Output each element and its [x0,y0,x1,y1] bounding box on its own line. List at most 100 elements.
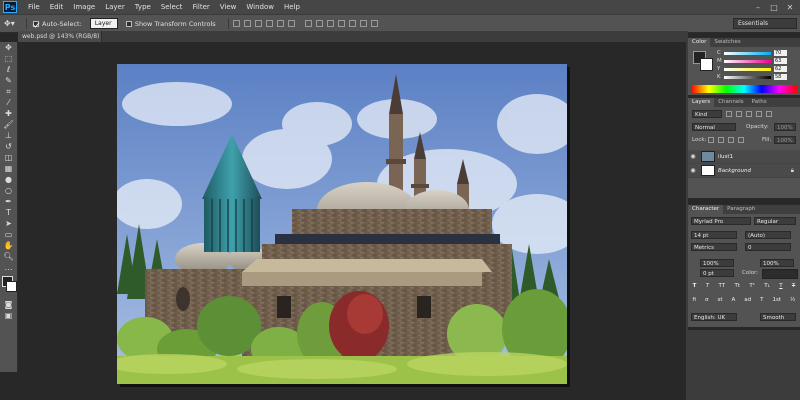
slider-value[interactable]: 63 [774,58,787,64]
screen-mode-icon[interactable]: ▣ [0,310,17,321]
align-bottom-icon[interactable] [254,20,262,27]
distribute-center-icon[interactable] [348,20,356,27]
filter-pixel-icon[interactable] [726,111,732,117]
slider-track[interactable] [724,75,771,79]
ligatures-button[interactable]: fi [693,297,696,303]
auto-select-option[interactable]: Auto-Select: [33,20,82,28]
menu-edit[interactable]: Edit [45,0,69,14]
text-color-swatch[interactable] [762,269,798,279]
tab-layers[interactable]: Layers [688,98,715,107]
all-caps-button[interactable]: TT [719,283,726,289]
hand-tool-icon[interactable]: ✋ [0,240,17,251]
kerning-field[interactable]: Metrics [691,243,737,251]
tab-character[interactable]: Character [688,205,724,214]
tab-paths[interactable]: Paths [748,98,771,107]
slider-track[interactable] [724,51,771,55]
discretionary-ligatures-button[interactable]: st [717,297,722,303]
slider-cyan[interactable]: C 70 [688,49,800,57]
horizontal-scale-field[interactable]: 100% [760,259,794,267]
brush-tool-icon[interactable]: 🖌︎ [0,119,17,130]
marquee-tool-icon[interactable]: ⬚ [0,53,17,64]
superscript-button[interactable]: T¹ [749,283,755,289]
eyedropper-tool-icon[interactable]: ⁄ [0,97,17,108]
auto-select-checkbox[interactable] [33,20,39,27]
visibility-eye-icon[interactable]: ◉ [688,167,698,174]
document-canvas[interactable] [117,64,567,384]
titling-alternates-button[interactable]: T [760,297,763,303]
menu-image[interactable]: Image [68,0,100,14]
distribute-right-icon[interactable] [359,20,367,27]
transform-controls-checkbox[interactable] [125,20,132,27]
document-tab[interactable]: web.psd @ 143% (RGB/8) * [18,31,102,51]
align-left-icon[interactable] [265,20,273,27]
menu-filter[interactable]: Filter [187,0,214,14]
tab-channels[interactable]: Channels [714,98,747,107]
transform-controls-option[interactable]: Show Transform Controls [125,20,216,28]
align-right-icon[interactable] [287,20,295,27]
background-color-swatch[interactable] [6,281,17,292]
menu-view[interactable]: View [215,0,242,14]
filter-smart-object-icon[interactable] [766,111,772,117]
menu-select[interactable]: Select [156,0,188,14]
distribute-left-icon[interactable] [337,20,345,27]
filter-shape-icon[interactable] [756,111,762,117]
ordinals-button[interactable]: 1st [773,297,782,303]
strikethrough-button[interactable]: T [792,283,795,289]
auto-select-dropdown[interactable]: Layer [89,18,118,29]
slider-track[interactable] [724,59,771,63]
layer-row[interactable]: ◉ Background 🔒︎ [688,164,800,178]
menu-layer[interactable]: Layer [100,0,130,14]
slider-value[interactable]: 70 [774,50,787,56]
leading-field[interactable]: (Auto) [745,231,791,239]
underline-button[interactable]: T [779,283,782,289]
subscript-button[interactable]: T₁ [764,283,770,289]
lasso-tool-icon[interactable]: ℓ [0,64,17,75]
pen-tool-icon[interactable]: ✒ [0,196,17,207]
tab-paragraph[interactable]: Paragraph [723,205,759,214]
type-tool-icon[interactable]: T [0,207,17,218]
distribute-bottom-icon[interactable] [326,20,334,27]
gradient-tool-icon[interactable]: ▦ [0,163,17,174]
fractions-button[interactable]: ½ [790,297,795,303]
menu-window[interactable]: Window [241,0,279,14]
contextual-alternates-button[interactable]: σ [705,297,709,303]
lock-transparent-icon[interactable] [708,137,714,143]
fill-field[interactable]: 100% [774,136,796,144]
distribute-middle-icon[interactable] [315,20,323,27]
dodge-tool-icon[interactable]: ○ [0,185,17,196]
lock-all-icon[interactable] [738,137,744,143]
faux-italic-button[interactable]: T [706,283,709,289]
lock-image-icon[interactable] [718,137,724,143]
faux-bold-button[interactable]: T [693,283,697,289]
tab-swatches[interactable]: Swatches [710,38,744,47]
language-dropdown[interactable]: English: UK [691,313,737,321]
healing-brush-tool-icon[interactable]: ✚ [0,108,17,119]
quick-selection-tool-icon[interactable]: ✎ [0,75,17,86]
rectangle-tool-icon[interactable]: ▭ [0,229,17,240]
layer-row[interactable]: ◉ ilust1 [688,150,800,164]
slider-value[interactable]: 62 [774,66,787,72]
align-middle-icon[interactable] [243,20,251,27]
small-caps-button[interactable]: Tt [734,283,740,289]
font-style-dropdown[interactable]: Regular [754,217,796,225]
history-brush-tool-icon[interactable]: ↺ [0,141,17,152]
align-top-icon[interactable] [232,20,240,27]
quick-mask-icon[interactable]: ◙ [0,299,17,310]
slider-value[interactable]: 58 [774,74,787,80]
stylistic-alternates-button[interactable]: ad [744,297,751,303]
blur-tool-icon[interactable]: ● [0,174,17,185]
move-tool-icon[interactable]: ✥ [0,42,17,53]
distribute-top-icon[interactable] [304,20,312,27]
align-center-icon[interactable] [276,20,284,27]
menu-help[interactable]: Help [279,0,305,14]
vertical-scale-field[interactable]: 100% [700,259,734,267]
auto-align-icon[interactable] [370,20,378,27]
eraser-tool-icon[interactable]: ◫ [0,152,17,163]
maximize-button[interactable]: □ [767,2,781,12]
move-tool-preset-icon[interactable]: ✥▾ [4,19,20,28]
antialias-dropdown[interactable]: Smooth [760,313,796,321]
filter-adjustment-icon[interactable] [736,111,742,117]
blend-mode-dropdown[interactable]: Normal [692,123,736,131]
color-spectrum-bar[interactable] [691,85,797,93]
clone-stamp-tool-icon[interactable]: ⊥ [0,130,17,141]
